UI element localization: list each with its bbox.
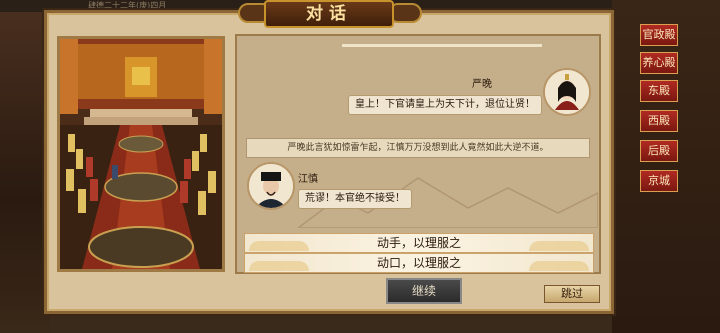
cloud-ornament-left xyxy=(249,241,309,251)
avatar-jiangshen xyxy=(247,162,295,210)
court-scene-image xyxy=(57,36,225,272)
female-official-portrait-icon xyxy=(545,70,589,114)
chat-divider xyxy=(342,44,542,47)
side-button-4[interactable]: 后殿 xyxy=(640,140,678,162)
message-bubble-yanwan: 皇上！下官请皇上为天下计，退位让贤！ xyxy=(348,95,542,115)
male-official-portrait-icon xyxy=(249,164,293,208)
side-button-0[interactable]: 官政殿 xyxy=(640,24,678,46)
side-button-3[interactable]: 西殿 xyxy=(640,110,678,132)
side-button-5[interactable]: 京城 xyxy=(640,170,678,192)
background-right-panel xyxy=(612,0,720,333)
cloud-ornament-right xyxy=(529,261,589,271)
choice-option-2[interactable]: 动口，以理服之 xyxy=(244,253,594,273)
speaker-name-yanwan: 严晚 xyxy=(472,79,492,90)
narration-text: 严晚此言犹如惊雷乍起，江慎万万没想到此人竟然如此大逆不道。 xyxy=(246,138,590,158)
avatar-yanwan xyxy=(543,68,591,116)
speaker-name-jiangshen: 江慎 xyxy=(298,174,318,185)
cloud-ornament-right xyxy=(529,241,589,251)
continue-button[interactable]: 继续 xyxy=(386,278,462,304)
choice-option-1[interactable]: 动手，以理服之 xyxy=(244,233,594,253)
choice-option-1-label: 动手，以理服之 xyxy=(376,236,461,250)
background-left-panel xyxy=(0,0,50,333)
choice-option-2-label: 动口，以理服之 xyxy=(376,256,461,270)
side-button-2[interactable]: 东殿 xyxy=(640,80,678,102)
cloud-ornament-left xyxy=(249,261,309,271)
dialog-title: 对话 xyxy=(264,0,394,28)
message-bubble-jiangshen: 荒谬！本官绝不接受！ xyxy=(298,189,412,209)
skip-button[interactable]: 跳过 xyxy=(544,285,600,303)
side-button-1[interactable]: 养心殿 xyxy=(640,52,678,74)
